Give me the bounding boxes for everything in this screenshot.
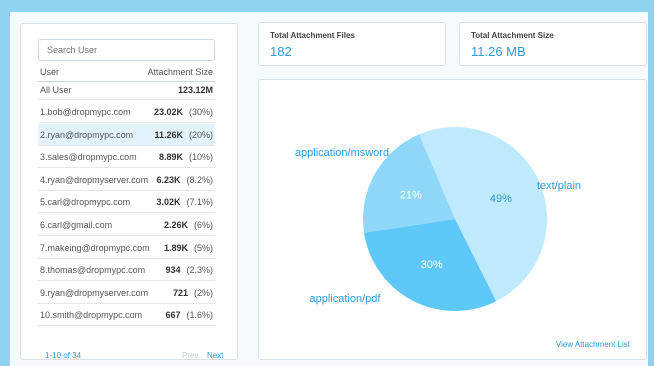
table-header: User Attachment Size bbox=[38, 65, 215, 82]
row-size: 1.89K (5%) bbox=[164, 243, 213, 253]
row-user-name: 3.sales@dropmypc.com bbox=[40, 152, 137, 163]
row-size-percent: (6%) bbox=[193, 220, 213, 230]
pie-percent-label: 21% bbox=[400, 189, 422, 201]
total-files-card: Total Attachment Files 182 bbox=[258, 22, 446, 66]
total-files-label: Total Attachment Files bbox=[270, 31, 355, 40]
row-size-value: 23.02K bbox=[153, 107, 183, 117]
table-row[interactable]: 8.thomas@dropmypc.com 934 (2.3%) bbox=[38, 259, 215, 282]
table-row[interactable]: 7.makeing@dropmypc.com 1.89K (5%) bbox=[38, 237, 215, 259]
table-row[interactable]: 9.ryan@dropmyserver.com 721 (2%) bbox=[38, 282, 215, 304]
row-size: 23.02K (30%) bbox=[154, 107, 213, 117]
table-row[interactable]: 5.carl@dropmypc.com 3.02K (7.1%) bbox=[38, 191, 215, 214]
app-frame: User Attachment Size All User 123.12M 1.bo… bbox=[0, 0, 654, 366]
row-user-name: 6.carl@gmail.com bbox=[40, 220, 113, 230]
row-size: 123.12M bbox=[178, 85, 213, 95]
attachment-type-chart-panel: 49% text/plain 30% application/pdf 21% applic… bbox=[258, 79, 647, 360]
pie-percent-label: 30% bbox=[421, 259, 443, 271]
row-size-percent: (10%) bbox=[188, 152, 213, 163]
row-size-value: 3.02K bbox=[156, 197, 181, 208]
pie-chart: 49% text/plain 30% application/pdf 21% applic… bbox=[295, 126, 581, 311]
row-user-name: 1.bob@dropmypc.com bbox=[40, 107, 131, 117]
row-size-percent: (7.1%) bbox=[186, 197, 213, 208]
pie-category-label: application/pdf bbox=[310, 293, 382, 305]
search-user-input[interactable] bbox=[38, 39, 215, 61]
row-user-name: 9.ryan@dropmyserver.com bbox=[40, 287, 149, 298]
pie-percent-label: 49% bbox=[490, 193, 512, 205]
table-row[interactable]: 3.sales@dropmypc.com 8.89K (10%) bbox=[38, 146, 215, 169]
table-row-all-users[interactable]: All User 123.12M bbox=[38, 82, 215, 100]
row-size-value: 123.12M bbox=[177, 85, 213, 95]
row-size: 3.02K (7.1%) bbox=[156, 197, 213, 207]
row-size-value: 8.89K bbox=[158, 152, 183, 163]
row-size: 2.26K (6%) bbox=[164, 220, 213, 230]
total-size-card: Total Attachment Size 11.26 MB bbox=[459, 22, 647, 66]
row-size-value: 11.26K bbox=[154, 129, 183, 140]
row-user-name: 4.ryan@dropmyserver.com bbox=[40, 174, 149, 185]
row-size-value: 934 bbox=[165, 265, 181, 276]
row-size: 721 (2%) bbox=[173, 288, 213, 298]
row-size-percent: (30%) bbox=[188, 107, 213, 117]
user-list-panel: User Attachment Size All User 123.12M 1.bo… bbox=[20, 23, 238, 360]
row-user-name: 2.ryan@dropmypc.com bbox=[40, 129, 134, 140]
row-size-value: 6.23K bbox=[156, 174, 181, 185]
row-user-name: 5.carl@dropmypc.com bbox=[40, 197, 131, 208]
row-size-percent: (2%) bbox=[193, 287, 213, 298]
row-size-percent: (1.6%) bbox=[186, 310, 213, 321]
row-size-value: 721 bbox=[172, 287, 188, 298]
row-size-percent: (8.2%) bbox=[186, 174, 213, 185]
table-row[interactable]: 1.bob@dropmypc.com 23.02K (30%) bbox=[38, 101, 215, 123]
total-size-label: Total Attachment Size bbox=[471, 31, 554, 40]
total-files-value: 182 bbox=[270, 44, 292, 59]
table-row[interactable]: 2.ryan@dropmypc.com 11.26K (20%) bbox=[38, 123, 215, 146]
dashboard-canvas: User Attachment Size All User 123.12M 1.bo… bbox=[10, 12, 648, 366]
pie-category-label: text/plain bbox=[537, 180, 581, 192]
column-user[interactable]: User bbox=[40, 67, 59, 77]
table-row[interactable]: 4.ryan@dropmyserver.com 6.23K (8.2%) bbox=[38, 169, 215, 191]
row-size-value: 667 bbox=[165, 310, 181, 321]
row-user-name: 7.makeing@dropmypc.com bbox=[40, 242, 150, 253]
column-attachment-size[interactable]: Attachment Size bbox=[147, 67, 213, 77]
total-size-value: 11.26 MB bbox=[471, 44, 526, 59]
row-size: 667 (1.6%) bbox=[165, 310, 213, 320]
row-user-name: 10.smith@dropmypc.com bbox=[40, 310, 143, 321]
view-attachment-list-link[interactable]: View Attachment List bbox=[556, 340, 630, 349]
pagination-info: 1-10 of 34 bbox=[45, 351, 82, 360]
row-size-percent: (2.3%) bbox=[186, 265, 213, 276]
next-button[interactable]: Next bbox=[207, 351, 223, 360]
row-size: 11.26K (20%) bbox=[154, 130, 213, 140]
row-size: 8.89K (10%) bbox=[159, 152, 213, 162]
table-row[interactable]: 6.carl@gmail.com 2.26K (6%) bbox=[38, 214, 215, 236]
row-size-percent: (20%) bbox=[188, 129, 213, 140]
row-size: 934 (2.3%) bbox=[165, 265, 213, 275]
prev-button[interactable]: Prev bbox=[182, 351, 198, 360]
pie-category-label: application/msword bbox=[295, 147, 389, 159]
table-row[interactable]: 10.smith@dropmypc.com 667 (1.6%) bbox=[38, 304, 215, 327]
row-size-value: 2.26K bbox=[163, 220, 188, 230]
row-size: 6.23K (8.2%) bbox=[156, 175, 213, 185]
row-size-value: 1.89K bbox=[163, 242, 188, 253]
row-size-percent: (5%) bbox=[193, 242, 213, 253]
row-user-name: 8.thomas@dropmypc.com bbox=[40, 265, 146, 276]
row-user-name: All User bbox=[40, 85, 72, 95]
